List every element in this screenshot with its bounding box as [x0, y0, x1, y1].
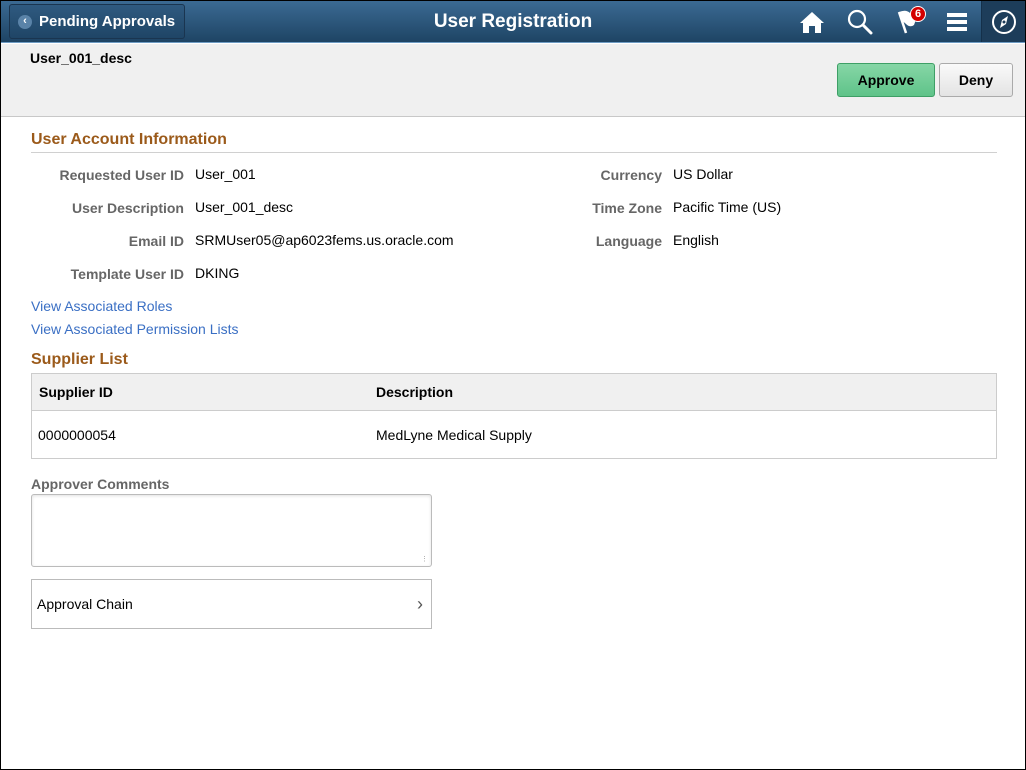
field-value-language: English: [673, 232, 719, 248]
menu-icon: [947, 13, 967, 31]
cell-supplier-id: 0000000054: [38, 426, 116, 443]
approver-comments-label: Approver Comments: [31, 476, 170, 492]
header-banner: ‹ Pending Approvals User Registration 6: [1, 1, 1025, 43]
home-icon: [800, 12, 824, 33]
field-value-email-id: SRMUser05@ap6023fems.us.oracle.com: [195, 232, 454, 248]
approve-button[interactable]: Approve: [837, 63, 935, 97]
back-button-label: Pending Approvals: [39, 13, 176, 30]
chevron-left-icon: ‹: [18, 14, 32, 29]
notification-badge: 6: [910, 6, 926, 22]
approval-chain-button[interactable]: Approval Chain ›: [31, 579, 432, 629]
view-associated-roles-link[interactable]: View Associated Roles: [31, 298, 172, 314]
field-label-template-user-id: Template User ID: [70, 266, 184, 282]
column-header-supplier-id: Supplier ID: [39, 384, 113, 400]
actions-menu-button[interactable]: [943, 8, 971, 36]
field-value-requested-user-id: User_001: [195, 166, 256, 182]
user-account-section-title: User Account Information: [31, 131, 227, 148]
field-value-currency: US Dollar: [673, 166, 733, 182]
section-divider: [31, 152, 997, 153]
field-label-time-zone: Time Zone: [592, 200, 662, 216]
cell-description: MedLyne Medical Supply: [376, 426, 532, 443]
page-subheader: User_001_desc Approve Deny: [1, 44, 1025, 117]
notifications-button[interactable]: 6: [894, 6, 926, 36]
resize-grip-icon[interactable]: ⋮: [421, 556, 429, 564]
search-icon: [847, 9, 873, 35]
field-label-email-id: Email ID: [128, 233, 184, 249]
request-title: User_001_desc: [30, 50, 132, 66]
navbar-button[interactable]: [981, 1, 1025, 42]
field-label-requested-user-id: Requested User ID: [59, 167, 184, 183]
field-value-time-zone: Pacific Time (US): [673, 199, 782, 215]
navbar-compass-icon: [991, 9, 1016, 34]
field-value-template-user-id: DKING: [195, 265, 240, 281]
field-label-language: Language: [595, 233, 662, 249]
field-label-user-description: User Description: [71, 200, 184, 216]
home-button[interactable]: [798, 8, 826, 36]
chevron-right-icon: ›: [417, 593, 423, 614]
deny-button[interactable]: Deny: [939, 63, 1013, 97]
approver-comments-input[interactable]: [31, 494, 432, 567]
supplier-grid-header: Supplier ID Description: [32, 374, 996, 411]
supplier-list-section-title: Supplier List: [31, 351, 128, 368]
approval-chain-label: Approval Chain: [37, 596, 133, 612]
field-value-user-description: User_001_desc: [195, 199, 294, 215]
supplier-grid: Supplier ID Description 0000000054 MedLy…: [31, 373, 997, 459]
search-button[interactable]: [846, 8, 874, 36]
view-associated-permission-lists-link[interactable]: View Associated Permission Lists: [31, 321, 239, 337]
back-button[interactable]: ‹ Pending Approvals: [9, 4, 185, 39]
column-header-description: Description: [376, 384, 454, 400]
table-row: 0000000054 MedLyne Medical Supply: [32, 411, 996, 458]
field-label-currency: Currency: [600, 167, 662, 183]
